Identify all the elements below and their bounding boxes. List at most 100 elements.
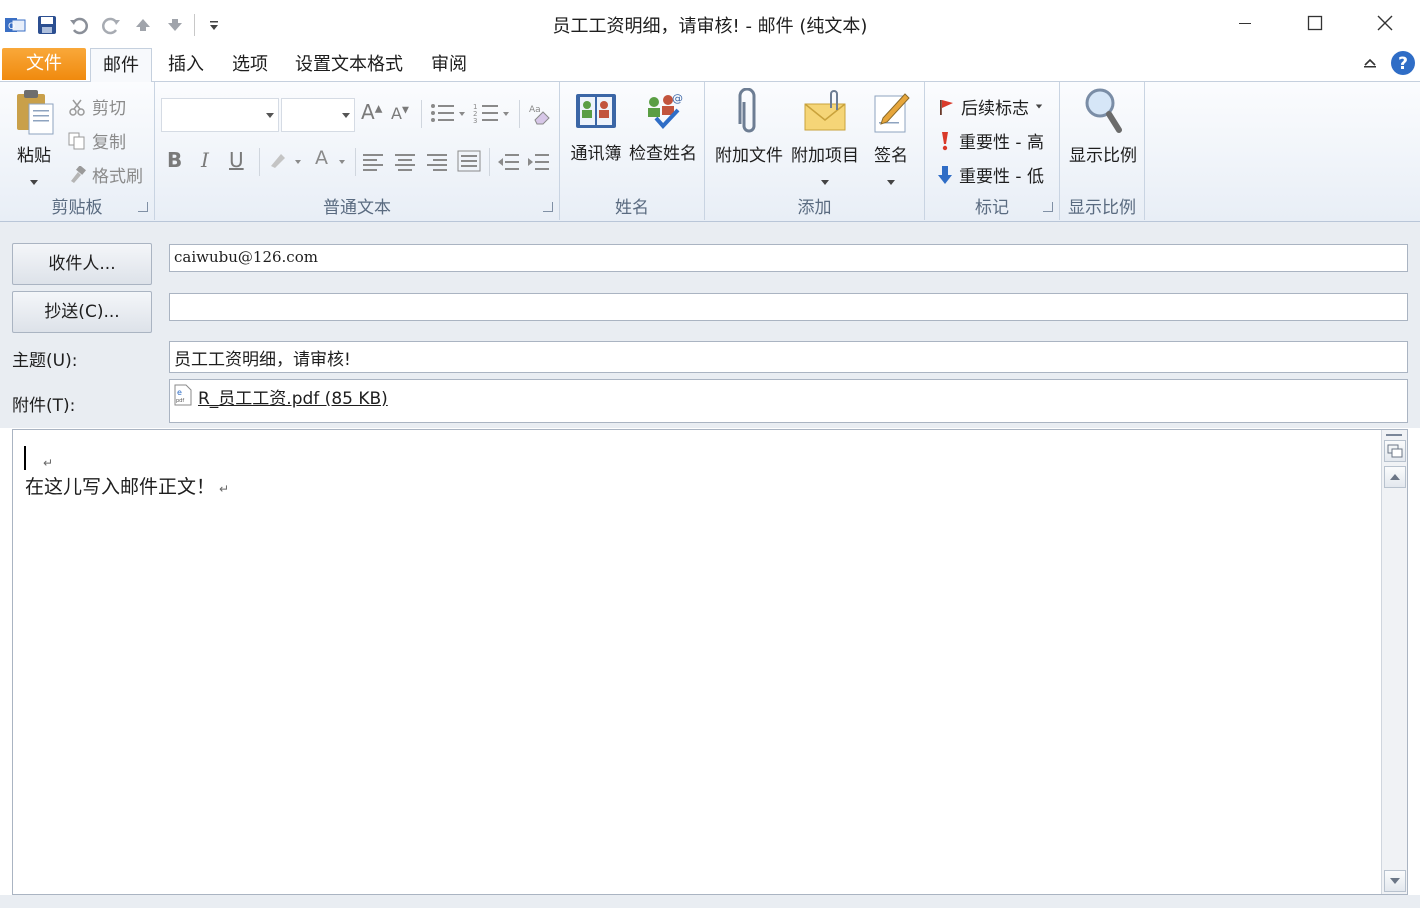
svg-text:@: @ [672,92,683,105]
close-button[interactable] [1350,0,1420,46]
justify-icon[interactable] [457,150,481,177]
minimize-ribbon-icon[interactable] [1362,55,1378,76]
subject-field[interactable]: 员工工资明细，请审核! [169,341,1408,373]
chevron-down-icon [342,113,350,118]
clipboard-group-label: 剪贴板 [51,198,103,218]
tab-file[interactable]: 文件 [2,48,86,80]
decrease-indent-icon[interactable] [497,152,521,177]
follow-up-dropdown-icon[interactable] [1035,104,1043,109]
align-center-icon[interactable] [395,152,417,177]
paste-icon [17,90,54,135]
message-body[interactable]: ↵ 在这儿写入邮件正文！ ↵ [12,429,1408,895]
minimize-button[interactable] [1210,0,1280,46]
paste-button[interactable]: 粘贴 [8,88,60,190]
separator [519,100,520,128]
attachment-link[interactable]: R_员工工资.pdf (85 KB) [198,384,388,409]
group-zoom: 显示比例 显示比例 [1060,82,1145,220]
italic-icon[interactable]: I [201,148,209,172]
cut-button[interactable]: 剪切 [68,94,126,119]
font-name-combo[interactable] [161,98,279,132]
signature-button[interactable]: 签名 [865,88,917,190]
attach-item-button[interactable]: 附加项目 [787,88,863,190]
tab-format-text[interactable]: 设置文本格式 [284,48,414,82]
tab-message[interactable]: 邮件 [90,48,152,83]
separator [421,100,422,128]
magnifier-icon [1085,88,1122,133]
copy-button[interactable]: 复制 [68,128,126,153]
shrink-font-icon[interactable]: A▼ [391,104,409,123]
group-basic-text: A▲ A▼ 123 Aa B I U A 普通文本 [155,82,560,220]
attach-item-dropdown-icon[interactable] [821,180,829,185]
font-color-icon[interactable]: A [313,146,353,177]
ribbon-tabs: 文件 邮件 插入 选项 设置文本格式 审阅 ? [0,46,1420,83]
cc-field[interactable] [169,293,1408,321]
message-header: 收件人... caiwubu@126.com 抄送(C)... 主题(U): 员… [0,222,1420,428]
zoom-group-label: 显示比例 [1068,198,1136,218]
copy-label: 复制 [92,133,126,153]
svg-text:3: 3 [473,117,477,124]
body-line-1: ↵ [43,456,54,470]
zoom-button[interactable]: 显示比例 [1064,86,1142,166]
subject-label: 主题(U): [12,351,78,371]
to-button[interactable]: 收件人... [12,243,152,285]
format-painter-icon [71,165,86,183]
signature-label: 签名 [874,146,908,166]
ribbon: 粘贴 剪切 复制 格式刷 剪贴板 A▲ A▼ 123 Aa B I U A 普通… [0,82,1420,222]
names-group-label: 姓名 [615,198,649,218]
clipboard-launcher-icon[interactable] [138,202,148,212]
scroll-up-button[interactable] [1384,466,1406,488]
format-painter-button[interactable]: 格式刷 [68,162,143,187]
split-handle[interactable] [1386,434,1402,436]
highlight-icon[interactable] [267,148,307,177]
grow-font-icon[interactable]: A▲ [361,100,382,124]
paste-dropdown-icon[interactable] [30,180,38,185]
attach-file-button[interactable]: 附加文件 [709,87,789,166]
vertical-scrollbar[interactable] [1381,430,1407,894]
address-book-label: 通讯簿 [570,144,622,164]
numbering-icon[interactable]: 123 [473,102,513,129]
tab-options[interactable]: 选项 [220,48,280,82]
attach-file-label: 附加文件 [715,146,783,166]
address-book-icon [576,94,616,128]
view-toggle-icon[interactable] [1384,440,1406,462]
check-names-label: 检查姓名 [629,144,697,164]
flag-icon [940,99,953,115]
bullets-icon[interactable] [429,102,469,129]
follow-up-button[interactable]: 后续标志 [937,94,1043,119]
separator [355,148,356,176]
increase-indent-icon[interactable] [527,152,551,177]
tags-group-label: 标记 [975,198,1009,218]
check-names-button[interactable]: @ 检查姓名 [626,88,700,164]
help-icon[interactable]: ? [1390,50,1416,81]
include-group-label: 添加 [797,198,832,218]
low-importance-button[interactable]: 重要性 - 低 [937,162,1044,187]
tab-review[interactable]: 审阅 [420,48,478,82]
window-footer [0,895,1420,908]
signature-icon [874,93,910,133]
tab-insert[interactable]: 插入 [156,48,216,82]
exclamation-icon [942,131,948,150]
bold-icon[interactable]: B [167,148,182,172]
underline-icon[interactable]: U [229,148,244,172]
to-field[interactable]: caiwubu@126.com [169,244,1408,272]
format-painter-label: 格式刷 [92,167,143,187]
window-title: 员工工资明细，请审核! - 邮件 (纯文本) [552,16,868,37]
clear-formatting-icon[interactable]: Aa [527,100,553,131]
svg-text:?: ? [1398,54,1408,74]
cc-button[interactable]: 抄送(C)... [12,291,152,333]
font-size-combo[interactable] [281,98,355,132]
align-right-icon[interactable] [427,152,449,177]
address-book-button[interactable]: 通讯簿 [564,88,628,164]
tags-launcher-icon[interactable] [1043,202,1053,212]
title-bar: O 员工工资明细，请审核! - 邮件 (纯文本) [0,0,1420,46]
high-importance-button[interactable]: 重要性 - 高 [937,128,1044,153]
signature-dropdown-icon[interactable] [887,180,895,185]
separator [259,148,260,176]
chevron-down-icon [266,113,274,118]
maximize-button[interactable] [1280,0,1350,46]
body-line-2: 在这儿写入邮件正文！ ↵ [25,476,230,498]
basic-text-launcher-icon[interactable] [543,202,553,212]
paste-label: 粘贴 [17,146,51,166]
scroll-down-button[interactable] [1384,870,1406,892]
align-left-icon[interactable] [363,152,385,177]
